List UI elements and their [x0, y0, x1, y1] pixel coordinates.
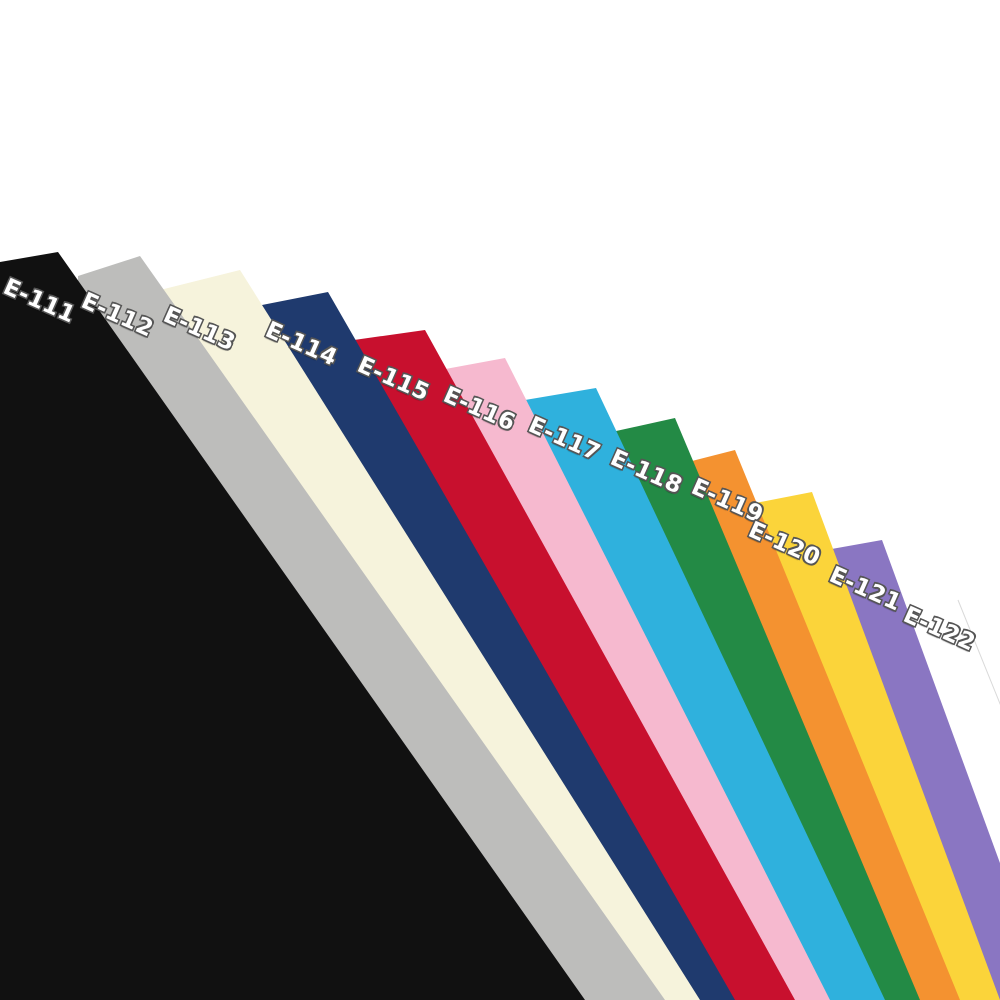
paper-sheets-fan	[0, 252, 1000, 1000]
